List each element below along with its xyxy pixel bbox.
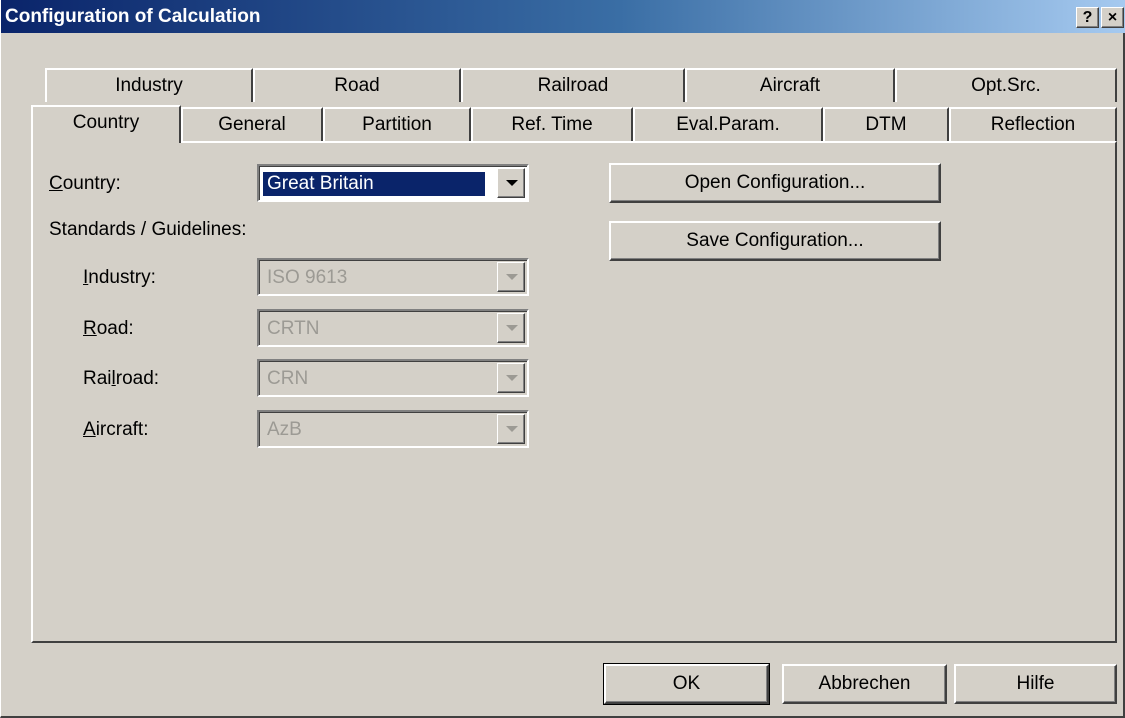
- ok-button[interactable]: OK: [603, 663, 770, 705]
- tab-reflection[interactable]: Reflection: [949, 107, 1117, 141]
- country-select-value: Great Britain: [263, 172, 485, 196]
- country-select[interactable]: Great Britain: [257, 164, 529, 202]
- road-label: Road:: [83, 318, 134, 339]
- tab-aircraft[interactable]: Aircraft: [685, 68, 895, 102]
- railroad-label: Railroad:: [83, 368, 160, 389]
- help-icon[interactable]: ?: [1076, 7, 1099, 28]
- tab-general[interactable]: General: [181, 107, 323, 141]
- tab-country[interactable]: Country: [31, 105, 181, 143]
- chevron-down-icon: [497, 313, 525, 343]
- aircraft-select-value: AzB: [267, 419, 302, 440]
- aircraft-select: AzB: [257, 410, 529, 448]
- window-title: Configuration of Calculation: [5, 6, 261, 27]
- tab-eval-param[interactable]: Eval.Param.: [633, 107, 823, 141]
- close-icon[interactable]: ×: [1101, 7, 1124, 28]
- standards-heading: Standards / Guidelines:: [49, 219, 247, 240]
- chevron-down-icon: [497, 414, 525, 444]
- tab-industry[interactable]: Industry: [45, 68, 253, 102]
- chevron-down-icon[interactable]: [497, 168, 525, 198]
- road-select: CRTN: [257, 309, 529, 347]
- tab-opt-src[interactable]: Opt.Src.: [895, 68, 1117, 102]
- road-select-value: CRTN: [267, 318, 320, 339]
- industry-select-value: ISO 9613: [267, 267, 348, 288]
- industry-select: ISO 9613: [257, 258, 529, 296]
- chevron-down-icon: [497, 262, 525, 292]
- country-label: Country:: [49, 173, 121, 194]
- open-configuration-button[interactable]: Open Configuration...: [609, 163, 941, 203]
- tab-dtm[interactable]: DTM: [823, 107, 949, 141]
- tab-panel-country: Country: Great Britain Standards / Guide…: [31, 141, 1117, 643]
- cancel-button[interactable]: Abbrechen: [782, 664, 947, 704]
- save-configuration-button[interactable]: Save Configuration...: [609, 221, 941, 261]
- title-bar[interactable]: Configuration of Calculation ? ×: [1, 0, 1125, 33]
- industry-label: Industry:: [83, 267, 156, 288]
- help-button[interactable]: Hilfe: [954, 664, 1117, 704]
- railroad-select: CRN: [257, 359, 529, 397]
- tab-railroad[interactable]: Railroad: [461, 68, 685, 102]
- chevron-down-icon: [497, 363, 525, 393]
- tab-ref-time[interactable]: Ref. Time: [471, 107, 633, 141]
- railroad-select-value: CRN: [267, 368, 309, 389]
- tab-road[interactable]: Road: [253, 68, 461, 102]
- aircraft-label: Aircraft:: [83, 419, 149, 440]
- dialog-window: Configuration of Calculation ? × Industr…: [0, 0, 1125, 718]
- tab-partition[interactable]: Partition: [323, 107, 471, 141]
